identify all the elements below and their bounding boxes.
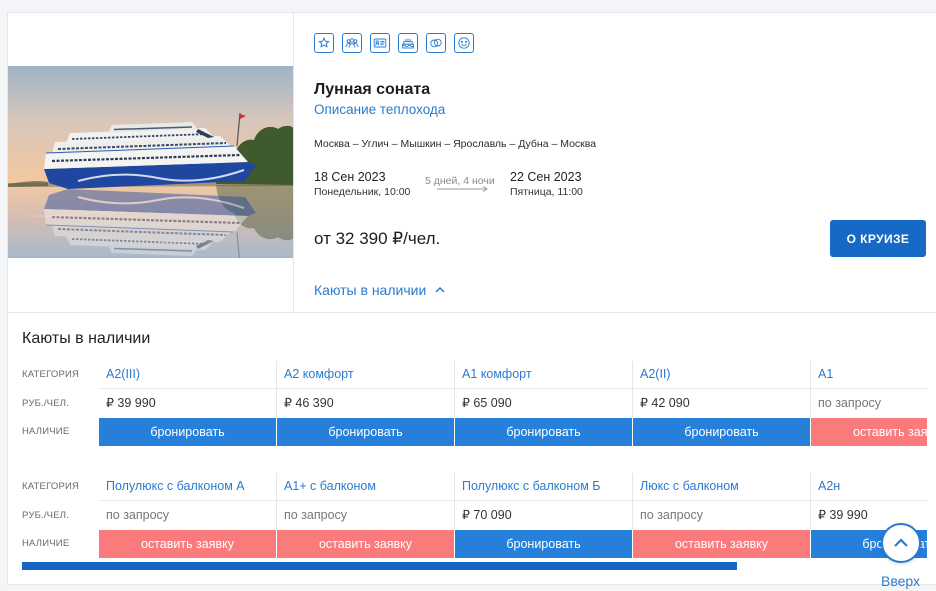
cabin-table: КАТЕГОРИЯ РУБ./ЧЕЛ. НАЛИЧИЕ Полулюкс с б…: [22, 473, 927, 558]
chevron-up-icon: [435, 287, 445, 293]
ship-photo: [8, 66, 293, 258]
back-to-top-button[interactable]: [881, 523, 921, 563]
row-label-price: РУБ./ЧЕЛ.: [22, 398, 70, 409]
cruise-title: Лунная соната: [314, 81, 431, 98]
cake-icon: [398, 33, 418, 53]
cabin-price: по запросу: [277, 501, 455, 530]
cabin-column: A1по запросуоставить заявку: [811, 361, 927, 446]
cabin-category-link[interactable]: A2 комфорт: [277, 361, 455, 389]
cabin-category-link[interactable]: Полулюкс с балконом А: [99, 473, 277, 501]
chevron-up-icon: [894, 538, 908, 547]
cabins-toggle[interactable]: Каюты в наличии: [314, 281, 445, 299]
row-label-category: КАТЕГОРИЯ: [22, 481, 80, 492]
cabin-action-button[interactable]: бронировать: [99, 418, 277, 446]
cabins-toggle-label: Каюты в наличии: [314, 282, 427, 298]
cabin-price: по запросу: [99, 501, 277, 530]
cabin-price: по запросу: [811, 389, 927, 418]
cabin-price: ₽ 46 390: [277, 389, 455, 418]
cabin-column: A2(III) ₽ 39 990 бронировать: [99, 361, 277, 446]
star-icon: [314, 33, 334, 53]
arrow-right-icon: [437, 186, 488, 192]
horizontal-scrollbar[interactable]: [22, 562, 737, 570]
cabin-column: A2(II) ₽ 42 090 бронировать: [633, 361, 811, 446]
cabin-columns-viewport[interactable]: A2(III) ₽ 39 990 бронировать A2 комфорт ₽ 46…: [99, 361, 927, 446]
group-icon: [342, 33, 362, 53]
cabin-category-link[interactable]: A1: [811, 361, 927, 389]
departure-date: 18 Сен 2023: [314, 170, 386, 184]
cabin-category-link[interactable]: А1+ с балконом: [277, 473, 455, 501]
rings-icon: [426, 33, 446, 53]
smile-icon: [454, 33, 474, 53]
cabin-column: Полулюкс с балконом Б ₽ 70 090 бронировать: [455, 473, 633, 558]
row-labels: КАТЕГОРИЯ РУБ./ЧЕЛ. НАЛИЧИЕ: [22, 361, 99, 446]
cabin-action-button[interactable]: оставить заявку: [811, 418, 927, 446]
cabin-category-link[interactable]: Полулюкс с балконом Б: [455, 473, 633, 501]
about-cruise-button[interactable]: О КРУИЗЕ: [830, 220, 926, 257]
departure-day-time: Понедельник, 10:00: [314, 186, 411, 198]
cabin-price: по запросу: [633, 501, 811, 530]
cabins-heading: Каюты в наличии: [22, 330, 151, 347]
cabin-price: ₽ 70 090: [455, 501, 633, 530]
cabin-price: ₽ 65 090: [455, 389, 633, 418]
cabin-category-link[interactable]: А2н: [811, 473, 927, 501]
cruise-route: Москва – Углич – Мышкин – Ярославль – Ду…: [314, 138, 597, 150]
row-label-category: КАТЕГОРИЯ: [22, 369, 80, 380]
cabin-columns-viewport[interactable]: Полулюкс с балконом Апо запросу оставить …: [99, 473, 927, 558]
id-card-icon: [370, 33, 390, 53]
cabin-column: A2 комфорт ₽ 46 390 бронировать: [277, 361, 455, 446]
cabin-column: Люкс с балконом по запросу оставить заявку: [633, 473, 811, 558]
cabin-column: Полулюкс с балконом Апо запросу оставить …: [99, 473, 277, 558]
cruise-price: от 32 390 ₽/чел.: [314, 229, 441, 248]
vertical-divider: [293, 13, 294, 312]
cabin-columns: A2(III) ₽ 39 990 бронировать A2 комфорт ₽ 46…: [99, 361, 927, 446]
cabin-price: ₽ 39 990: [99, 389, 277, 418]
cabin-columns: Полулюкс с балконом Апо запросу оставить …: [99, 473, 927, 558]
cabin-action-button[interactable]: бронировать: [633, 418, 811, 446]
arrival-date: 22 Сен 2023: [510, 170, 582, 184]
feature-icons: [314, 33, 474, 53]
row-labels: КАТЕГОРИЯ РУБ./ЧЕЛ. НАЛИЧИЕ: [22, 473, 99, 558]
cabin-action-button[interactable]: оставить заявку: [633, 530, 811, 558]
cabin-column: А1+ с балконом по запросу оставить заявку: [277, 473, 455, 558]
cabin-action-button[interactable]: бронировать: [455, 530, 633, 558]
horizontal-divider: [8, 312, 936, 313]
about-cruise-label: О КРУИЗЕ: [846, 231, 910, 246]
cabin-category-link[interactable]: A1 комфорт: [455, 361, 633, 389]
row-label-availability: НАЛИЧИЕ: [22, 538, 70, 549]
cabin-action-button[interactable]: оставить заявку: [277, 530, 455, 558]
cabin-action-button[interactable]: бронировать: [455, 418, 633, 446]
cabin-price: ₽ 42 090: [633, 389, 811, 418]
row-label-availability: НАЛИЧИЕ: [22, 426, 70, 437]
arrival-day-time: Пятница, 11:00: [510, 186, 583, 198]
row-label-price: РУБ./ЧЕЛ.: [22, 510, 70, 521]
cabin-table: КАТЕГОРИЯ РУБ./ЧЕЛ. НАЛИЧИЕ A2(III) ₽ 39 …: [22, 361, 927, 446]
ship-description-link[interactable]: Описание теплохода: [314, 101, 445, 119]
cabin-action-button[interactable]: оставить заявку: [99, 530, 277, 558]
cabin-category-link[interactable]: A2(II): [633, 361, 811, 389]
back-to-top-label[interactable]: Вверх: [881, 573, 920, 589]
cabin-action-button[interactable]: бронировать: [277, 418, 455, 446]
cabin-category-link[interactable]: Люкс с балконом: [633, 473, 811, 501]
cabin-column: A1 комфорт ₽ 65 090 бронировать: [455, 361, 633, 446]
cabin-category-link[interactable]: A2(III): [99, 361, 277, 389]
